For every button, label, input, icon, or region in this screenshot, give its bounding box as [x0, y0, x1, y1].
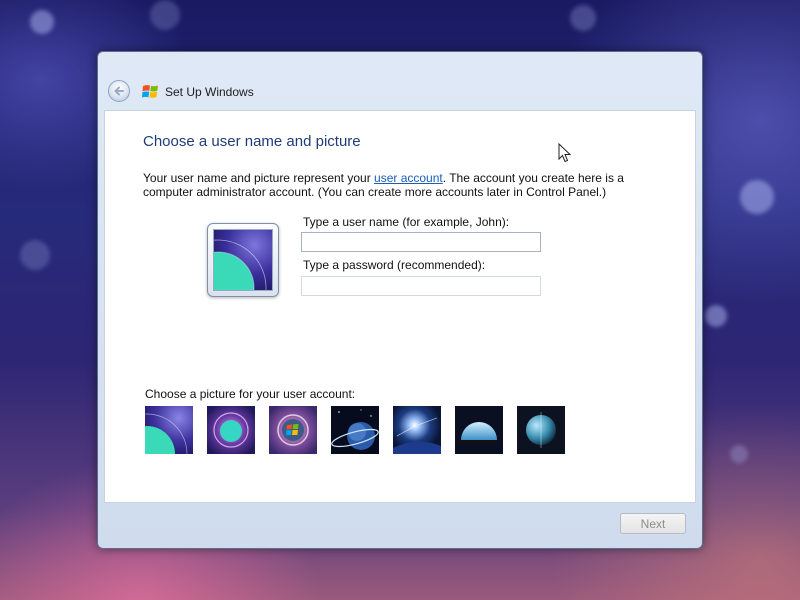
window-title: Set Up Windows: [165, 85, 254, 99]
next-button[interactable]: Next: [620, 513, 686, 534]
mouse-pointer-icon: [558, 143, 572, 163]
windows-logo-icon: [142, 85, 158, 98]
planet-arc-picture[interactable]: [145, 406, 193, 454]
space-burst-picture[interactable]: [393, 406, 441, 454]
username-label: Type a user name (for example, John):: [303, 215, 510, 229]
background-bokeh: [730, 445, 748, 463]
selected-user-picture: [207, 223, 279, 297]
background-bokeh: [30, 10, 54, 34]
earth-globe-picture[interactable]: [517, 406, 565, 454]
content-panel: Choose a user name and picture Your user…: [104, 110, 696, 503]
planet-dome-picture[interactable]: [455, 406, 503, 454]
windows-orb-picture[interactable]: [269, 406, 317, 454]
background-bokeh: [740, 180, 774, 214]
background-bokeh: [20, 240, 50, 270]
password-label: Type a password (recommended):: [303, 258, 486, 272]
wizard-footer: Next: [104, 503, 696, 544]
username-input[interactable]: [301, 232, 541, 252]
back-button[interactable]: [108, 80, 130, 102]
planet-arc-picture: [213, 229, 273, 291]
background-bokeh: [150, 0, 180, 30]
planet-ring-picture[interactable]: [331, 406, 379, 454]
planet-glow-picture[interactable]: [207, 406, 255, 454]
setup-window: Set Up Windows Choose a user name and pi…: [97, 51, 703, 549]
description-text-start: Your user name and picture represent you…: [143, 171, 375, 185]
description-text: Your user name and picture represent you…: [143, 171, 643, 199]
title-bar: Set Up Windows: [98, 52, 702, 110]
password-input[interactable]: [301, 276, 541, 296]
background-bokeh: [570, 5, 596, 31]
user-account-link[interactable]: user account: [374, 171, 443, 185]
back-arrow-icon: [114, 86, 124, 96]
page-heading: Choose a user name and picture: [143, 133, 361, 150]
background-bokeh: [705, 305, 727, 327]
choose-picture-label: Choose a picture for your user account:: [145, 387, 356, 401]
